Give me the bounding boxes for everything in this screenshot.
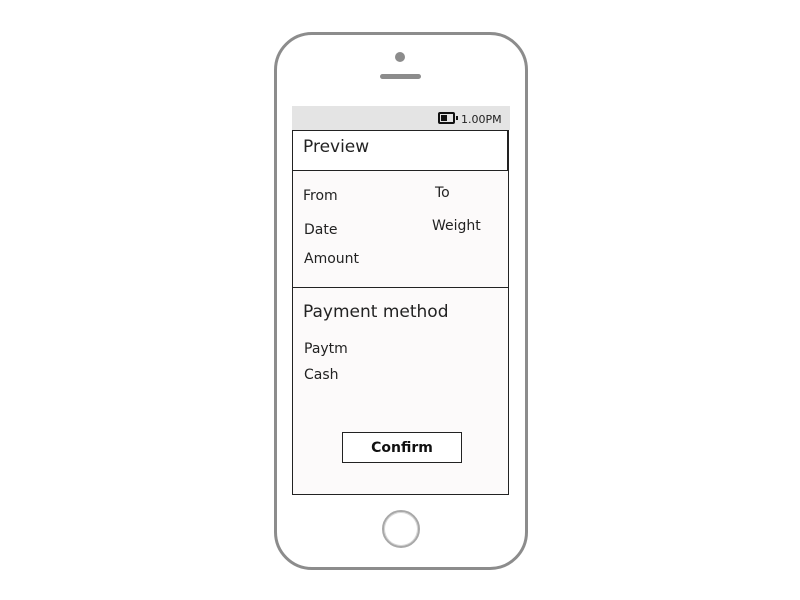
- from-label: From: [303, 188, 338, 204]
- payment-method-title: Payment method: [303, 302, 449, 322]
- front-camera: [395, 52, 405, 62]
- to-label: To: [435, 185, 450, 201]
- confirm-button[interactable]: Confirm: [342, 432, 462, 463]
- amount-label: Amount: [304, 251, 360, 267]
- earpiece-speaker: [380, 74, 421, 79]
- payment-option-paytm[interactable]: Paytm: [304, 342, 348, 356]
- date-label: Date: [304, 222, 338, 238]
- status-time: 1.00PM: [461, 113, 502, 126]
- page-title: Preview: [303, 137, 370, 157]
- section-divider: [292, 287, 509, 288]
- home-button[interactable]: [382, 510, 420, 548]
- weight-label: Weight: [432, 218, 481, 234]
- payment-option-cash[interactable]: Cash: [304, 368, 339, 382]
- battery-icon: [438, 112, 458, 124]
